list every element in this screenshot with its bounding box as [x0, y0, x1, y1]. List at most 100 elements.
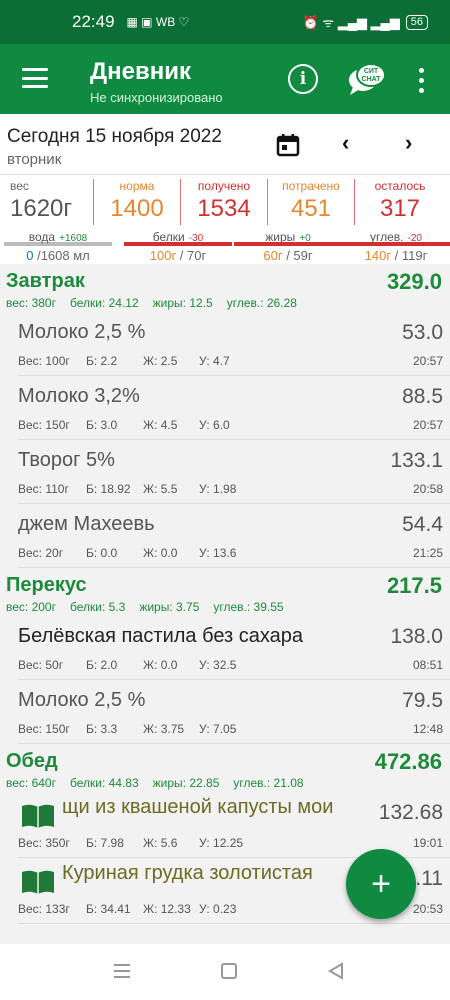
alarm-wifi-signal-icons: ⏰ ᯤ ▂▄▆ ▂▄▆	[302, 15, 400, 30]
fat-value: 60г / 59г	[263, 248, 313, 263]
meal-header-lunch[interactable]: Обед 472.86 вес: 640г белки: 44.83 жиры: 2…	[0, 744, 450, 792]
menu-icon[interactable]	[22, 68, 48, 88]
fat-header: жиры +0	[234, 230, 342, 246]
svg-text:CHAT: CHAT	[362, 76, 382, 83]
back-icon[interactable]	[328, 962, 344, 980]
food-time: 19:01	[412, 836, 443, 850]
page-title: Дневник	[90, 58, 191, 85]
food-name: Молоко 3,2%	[18, 385, 140, 407]
food-item[interactable]: Творог 5% 133.1 Вес: 110г Б: 18.92 Ж: 5.5 У…	[18, 440, 450, 504]
more-options-icon[interactable]	[419, 68, 424, 93]
food-diary-list[interactable]: Завтрак 329.0 вес: 380г белки: 24.12 жиры:…	[0, 264, 450, 944]
food-time: 12:48	[412, 722, 443, 736]
meal-meta: вес: 380г белки: 24.12 жиры: 12.5 углев.: 2…	[6, 296, 297, 310]
food-nutrients: Вес: 150г Б: 3.0 Ж: 4.5 У: 6.0	[18, 418, 230, 432]
meal-total: 217.5	[386, 573, 442, 598]
recipe-book-icon	[22, 804, 54, 828]
food-time: 20:57	[412, 354, 443, 368]
received-value: 1534	[197, 195, 251, 222]
food-item[interactable]: щи из квашеной капусты мои 132.68 Вес: 3…	[18, 792, 450, 858]
previous-day-button[interactable]: ‹	[342, 130, 349, 156]
protein-value: 100г / 70г	[149, 248, 207, 263]
current-date[interactable]: Сегодня 15 ноября 2022	[7, 126, 222, 148]
spent-value: 451	[290, 195, 332, 222]
meal-header-snack[interactable]: Перекус 217.5 вес: 200г белки: 5.3 жиры: 3…	[0, 568, 450, 616]
info-icon[interactable]: i	[288, 64, 318, 94]
carbs-header: углев. -20	[342, 230, 450, 246]
chat-icon[interactable]: СИТ CHAT	[347, 60, 387, 98]
food-name: Белёвская пастила без сахара	[18, 625, 304, 647]
food-calories: 53.0	[402, 321, 443, 344]
daily-summary: вес 1620г норма 1400 получено 1534 потра…	[0, 174, 450, 264]
system-icons: ⏰ ᯤ ▂▄▆ ▂▄▆ 56	[302, 13, 428, 31]
food-calories: 79.5	[402, 689, 443, 712]
food-calories: 138.0	[390, 625, 443, 648]
food-item[interactable]: джем Махеевь 54.4 Вес: 20г Б: 0.0 Ж: 0.0 У:…	[18, 504, 450, 568]
fat-stat: жиры +0 60г / 59г	[234, 230, 342, 263]
food-time: 20:53	[412, 902, 443, 916]
norm-stat: норма 1400	[94, 179, 180, 223]
food-time: 20:58	[412, 482, 443, 496]
meal-name: Завтрак	[6, 270, 85, 292]
food-nutrients: Вес: 110г Б: 18.92 Ж: 5.5 У: 1.98	[18, 482, 237, 496]
next-day-button[interactable]: ›	[405, 130, 412, 156]
water-header: вода +1608	[4, 230, 112, 246]
status-bar: 22:49 ▦ ▣ WB ♡ ⏰ ᯤ ▂▄▆ ▂▄▆ 56	[0, 0, 450, 44]
carbs-stat: углев. -20 140г / 119г	[342, 230, 450, 263]
meal-header-breakfast[interactable]: Завтрак 329.0 вес: 380г белки: 24.12 жиры:…	[0, 264, 450, 312]
weight-stat: вес 1620г	[10, 179, 86, 223]
water-stat: вода +1608 0 /1608 мл	[4, 230, 112, 263]
received-label: получено	[197, 179, 251, 193]
food-item[interactable]: Молоко 3,2% 88.5 Вес: 150г Б: 3.0 Ж: 4.5 У:…	[18, 376, 450, 440]
food-item[interactable]: Белёвская пастила без сахара 138.0 Вес: …	[18, 616, 450, 680]
food-name: Творог 5%	[18, 449, 115, 471]
app-bar: Дневник Не синхронизировано i СИТ CHAT	[0, 44, 450, 114]
food-name: джем Махеевь	[18, 513, 155, 535]
food-name: Куриная грудка золотистая	[62, 862, 313, 884]
add-food-button[interactable]: +	[346, 849, 416, 919]
battery-icon: 56	[405, 14, 428, 30]
food-nutrients: Вес: 350г Б: 7.98 Ж: 5.6 У: 12.25	[18, 836, 244, 850]
recipe-book-icon	[22, 870, 54, 894]
food-name: Молоко 2,5 %	[18, 689, 146, 711]
water-value: 0 /1608 мл	[26, 248, 90, 263]
food-name: щи из квашеной капусты мои	[62, 796, 334, 818]
norm-value: 1400	[110, 195, 164, 222]
food-name: Молоко 2,5 %	[18, 321, 146, 343]
food-calories: 132.68	[378, 801, 443, 824]
left-stat: осталось 317	[355, 179, 445, 223]
food-time: 21:25	[412, 546, 443, 560]
left-value: 317	[379, 195, 421, 222]
food-calories: 133.1	[390, 449, 443, 472]
notification-icons: ▦ ▣ WB ♡	[126, 15, 190, 29]
home-icon[interactable]	[221, 963, 237, 979]
date-bar: Сегодня 15 ноября 2022 вторник ‹ ›	[0, 114, 450, 174]
food-nutrients: Вес: 100г Б: 2.2 Ж: 2.5 У: 4.7	[18, 354, 230, 368]
sync-status: Не синхронизировано	[90, 90, 223, 105]
meal-meta: вес: 640г белки: 44.83 жиры: 22.85 углев.: …	[6, 776, 304, 790]
received-stat: получено 1534	[181, 179, 267, 223]
meal-total: 329.0	[386, 269, 442, 294]
food-item[interactable]: Молоко 2,5 % 79.5 Вес: 150г Б: 3.3 Ж: 3.75…	[18, 680, 450, 744]
carbs-value: 140г / 119г	[364, 248, 428, 263]
weight-label: вес	[10, 179, 29, 193]
spent-label: потрачено	[282, 179, 340, 193]
protein-stat: белки -30 100г / 70г	[124, 230, 232, 263]
food-item[interactable]: Молоко 2,5 % 53.0 Вес: 100г Б: 2.2 Ж: 2.5 У…	[18, 312, 450, 376]
food-calories: 88.5	[402, 385, 443, 408]
norm-label: норма	[119, 179, 155, 193]
spent-stat: потрачено 451	[268, 179, 354, 223]
recent-apps-icon[interactable]	[114, 964, 130, 978]
food-nutrients: Вес: 20г Б: 0.0 Ж: 0.0 У: 13.6	[18, 546, 237, 560]
system-nav-bar	[0, 944, 450, 1000]
status-time: 22:49	[72, 12, 115, 31]
meal-total: 472.86	[374, 749, 442, 774]
protein-header: белки -30	[124, 230, 232, 246]
svg-text:СИТ: СИТ	[364, 68, 379, 75]
meal-name: Перекус	[6, 574, 87, 596]
food-nutrients: Вес: 150г Б: 3.3 Ж: 3.75 У: 7.05	[18, 722, 237, 736]
calendar-icon[interactable]	[276, 133, 300, 157]
food-calories: 54.4	[402, 513, 443, 536]
food-nutrients: Вес: 50г Б: 2.0 Ж: 0.0 У: 32.5	[18, 658, 237, 672]
food-time: 08:51	[412, 658, 443, 672]
